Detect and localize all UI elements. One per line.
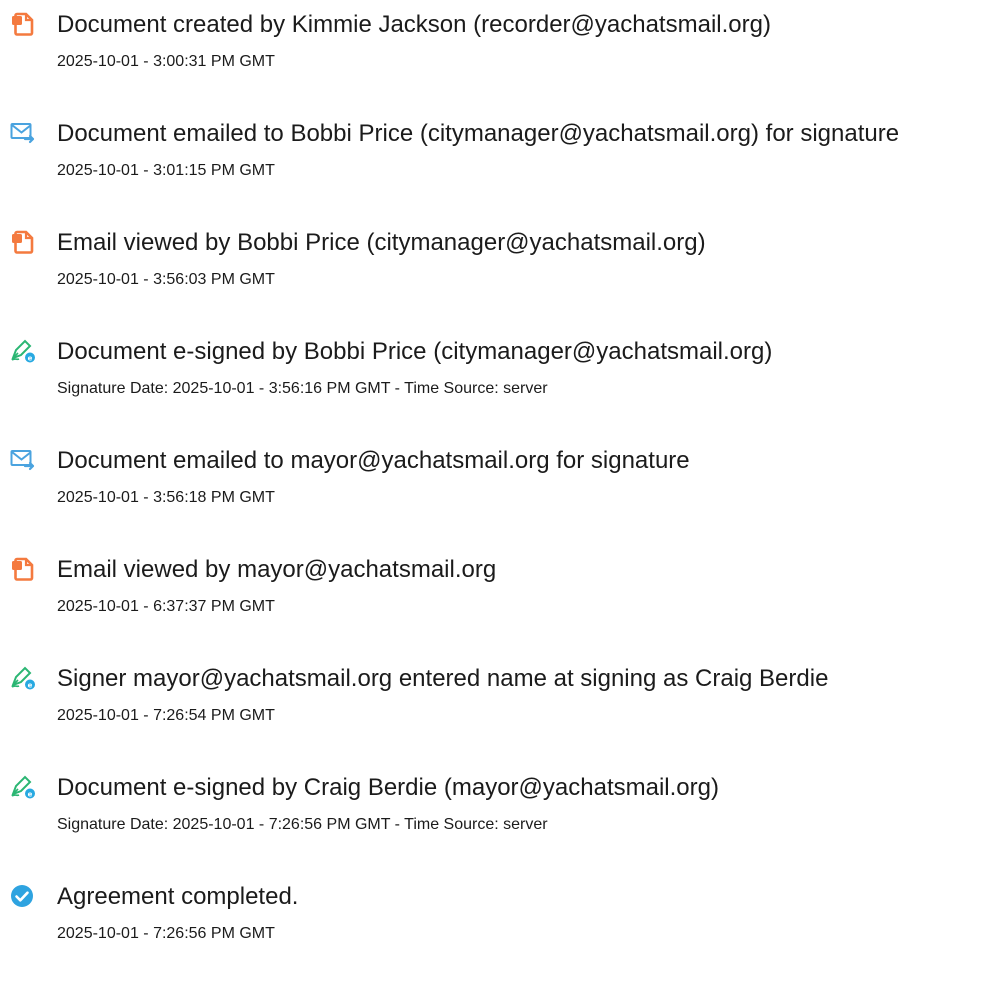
email-icon — [10, 120, 36, 146]
svg-text:e: e — [28, 681, 33, 689]
event-timestamp: 2025-10-01 - 7:26:56 PM GMT — [57, 925, 275, 942]
checkmark-circle-icon — [10, 883, 36, 909]
pen-sign-icon: e — [10, 338, 36, 364]
event-timestamp: 2025-10-01 - 3:56:18 PM GMT — [57, 489, 275, 506]
event-timestamp: 2025-10-01 - 6:37:37 PM GMT — [57, 598, 275, 615]
event-title: Agreement completed. — [57, 883, 299, 910]
event-signature-date: Signature Date: 2025-10-01 - 3:56:16 PM … — [57, 380, 548, 397]
event-timestamp: 2025-10-01 - 3:00:31 PM GMT — [57, 53, 275, 70]
document-icon — [10, 229, 36, 255]
event-title: Document e-signed by Craig Berdie (mayor… — [57, 774, 719, 801]
history-event: Email viewed by Bobbi Price (citymanager… — [0, 218, 995, 308]
event-timestamp: 2025-10-01 - 3:01:15 PM GMT — [57, 162, 275, 179]
event-timestamp: 2025-10-01 - 3:56:03 PM GMT — [57, 271, 275, 288]
event-title: Document emailed to mayor@yachatsmail.or… — [57, 447, 690, 474]
event-timestamp: 2025-10-01 - 7:26:54 PM GMT — [57, 707, 275, 724]
svg-text:e: e — [28, 354, 33, 362]
document-icon — [10, 11, 36, 37]
history-event: Email viewed by mayor@yachatsmail.org 20… — [0, 545, 995, 635]
event-title: Document created by Kimmie Jackson (reco… — [57, 11, 771, 38]
email-icon — [10, 447, 36, 473]
svg-text:e: e — [28, 790, 33, 798]
event-title: Signer mayor@yachatsmail.org entered nam… — [57, 665, 829, 692]
history-event: Document emailed to Bobbi Price (cityman… — [0, 109, 995, 199]
event-title: Email viewed by Bobbi Price (citymanager… — [57, 229, 706, 256]
event-title: Email viewed by mayor@yachatsmail.org — [57, 556, 497, 583]
history-event: Document created by Kimmie Jackson (reco… — [0, 0, 995, 90]
event-signature-date: Signature Date: 2025-10-01 - 7:26:56 PM … — [57, 816, 548, 833]
event-title: Document e-signed by Bobbi Price (cityma… — [57, 338, 773, 365]
history-event: Agreement completed. 2025-10-01 - 7:26:5… — [0, 872, 995, 962]
history-event: e Document e-signed by Craig Berdie (may… — [0, 763, 995, 853]
event-title: Document emailed to Bobbi Price (cityman… — [57, 120, 900, 147]
history-event: e Document e-signed by Bobbi Price (city… — [0, 327, 995, 417]
history-event: Document emailed to mayor@yachatsmail.or… — [0, 436, 995, 526]
history-event: e Signer mayor@yachatsmail.org entered n… — [0, 654, 995, 744]
pen-sign-icon: e — [10, 665, 36, 691]
pen-sign-icon: e — [10, 774, 36, 800]
document-icon — [10, 556, 36, 582]
